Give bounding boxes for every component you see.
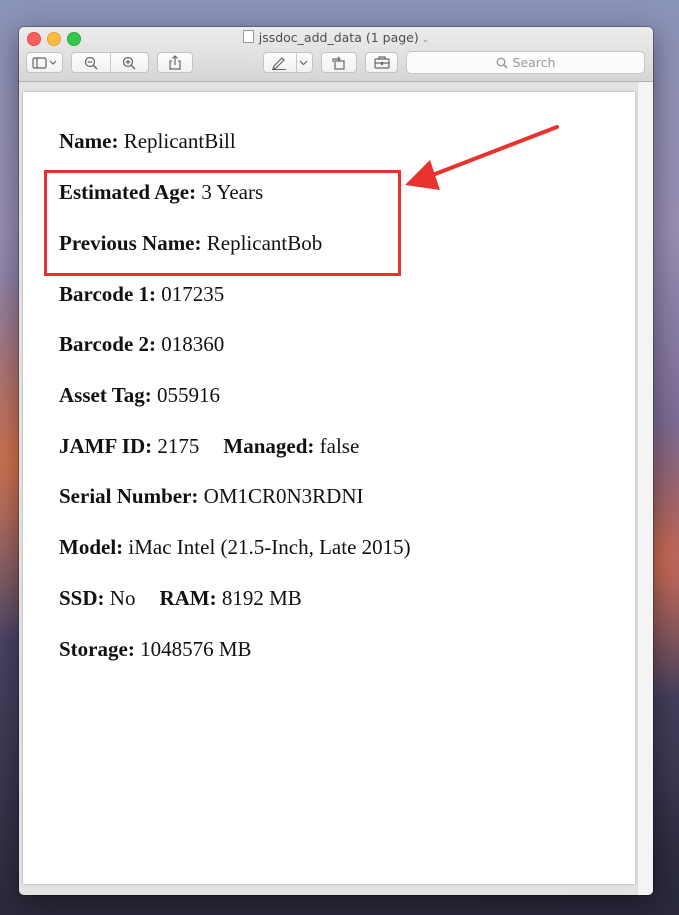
storage-label: Storage:	[59, 637, 135, 661]
titlebar: jssdoc_add_data (1 page) ⌄ Search	[19, 27, 653, 82]
toolbox-icon	[373, 56, 390, 69]
sidebar-icon	[31, 56, 56, 69]
sidebar-toggle-button[interactable]	[26, 52, 63, 73]
ram-value: 8192 MB	[216, 586, 302, 610]
storage-line: Storage: 1048576 MB	[59, 637, 252, 662]
annotation-highlight-box	[44, 170, 401, 276]
markup-controls	[263, 52, 313, 73]
toolbox-button[interactable]	[365, 52, 398, 73]
rotate-icon	[332, 56, 345, 70]
jamf-id-value: 2175	[152, 434, 200, 458]
ssd-label: SSD:	[59, 586, 105, 610]
divider	[110, 53, 111, 72]
ssd-value: No	[104, 586, 136, 610]
jamf-id-label: JAMF ID:	[59, 434, 153, 458]
zoom-in-icon	[122, 56, 136, 69]
barcode-2-value: 018360	[156, 332, 225, 356]
zoom-in-button[interactable]	[110, 53, 148, 72]
share-button[interactable]	[157, 52, 193, 73]
zoom-out-icon	[84, 56, 98, 69]
pen-icon	[272, 56, 287, 70]
managed-value: false	[314, 434, 360, 458]
markup-menu-button[interactable]	[295, 53, 312, 72]
zoom-out-button[interactable]	[72, 53, 110, 72]
document-scroll-area[interactable]: Name: ReplicantBill Estimated Age: 3 Yea…	[19, 82, 653, 895]
barcode-1-line: Barcode 1: 017235	[59, 282, 224, 307]
preview-window: jssdoc_add_data (1 page) ⌄ Search Name: …	[19, 27, 653, 895]
share-icon	[169, 55, 181, 70]
asset-tag-label: Asset Tag:	[59, 383, 152, 407]
asset-tag-value: 055916	[151, 383, 221, 407]
zoom-controls	[71, 52, 149, 73]
divider	[296, 53, 297, 72]
chevron-down-icon: ⌄	[421, 35, 430, 45]
name-value: ReplicantBill	[118, 129, 236, 153]
ram-label: RAM:	[159, 586, 217, 610]
document-icon	[242, 30, 254, 43]
rotate-button[interactable]	[321, 52, 357, 73]
model-line: Model: iMac Intel (21.5-Inch, Late 2015)	[59, 535, 411, 560]
name-label: Name:	[59, 129, 119, 153]
vertical-scrollbar[interactable]	[637, 82, 653, 895]
storage-value: 1048576 MB	[134, 637, 252, 661]
asset-tag-line: Asset Tag: 055916	[59, 383, 220, 408]
barcode-1-label: Barcode 1:	[59, 282, 157, 306]
search-placeholder: Search	[512, 55, 556, 70]
serial-number-line: Serial Number: OM1CR0N3RDNI	[59, 484, 364, 509]
ssd-ram-line: SSD: No RAM: 8192 MB	[59, 586, 302, 611]
model-label: Model:	[59, 535, 124, 559]
search-icon	[496, 57, 508, 68]
model-value: iMac Intel (21.5-Inch, Late 2015)	[123, 535, 411, 559]
barcode-2-label: Barcode 2:	[59, 332, 157, 356]
markup-button[interactable]	[264, 53, 295, 72]
name-line: Name: ReplicantBill	[59, 129, 236, 154]
managed-label: Managed:	[223, 434, 315, 458]
barcode-2-line: Barcode 2: 018360	[59, 332, 224, 357]
serial-number-value: OM1CR0N3RDNI	[198, 484, 364, 508]
barcode-1-value: 017235	[156, 282, 225, 306]
window-title[interactable]: jssdoc_add_data (1 page) ⌄	[19, 30, 653, 45]
jamf-id-line: JAMF ID: 2175 Managed: false	[59, 434, 359, 459]
document-page: Name: ReplicantBill Estimated Age: 3 Yea…	[23, 92, 635, 884]
serial-number-label: Serial Number:	[59, 484, 199, 508]
chevron-down-icon	[299, 60, 308, 65]
search-field[interactable]: Search	[406, 51, 645, 74]
